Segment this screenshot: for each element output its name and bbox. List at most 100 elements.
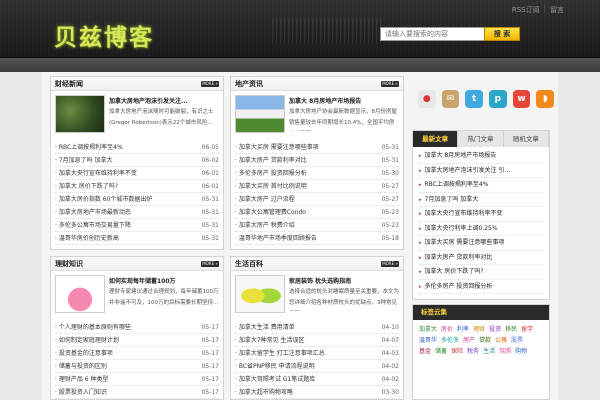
featured-title[interactable]: 加拿大 8月房地产市场报告 [289,96,361,105]
post-title[interactable]: · 加拿大房产 过户流程 [235,193,295,205]
list-item[interactable]: · 投资基金的注意事项 05-17 [55,347,219,360]
tag-link[interactable]: 留学 [521,324,533,335]
post-title[interactable]: · 加拿大留学生 打工注意事项汇总 [235,347,325,359]
list-item[interactable]: · 如何制定家庭理财计划 05-17 [55,334,219,347]
tab-latest[interactable]: 最新文章 [413,131,459,147]
list-item[interactable]: · 个人理财的基本原则有哪些 05-17 [55,321,219,334]
tag-link[interactable]: 温哥华 [419,335,437,346]
tag-link[interactable]: 投资 [489,324,501,335]
featured-thumbnail[interactable] [55,275,105,313]
list-item[interactable]: · 加拿大房产 贷款利率对比 05-31 [235,154,399,167]
list-item[interactable]: · 理财产品 6 种类型 05-17 [55,373,219,386]
featured-title[interactable]: 加拿大房地产泡沫引发关注... [109,96,188,105]
tag-link[interactable]: 股票 [511,335,523,346]
post-title[interactable]: · 7月加息了吗 加拿大 [55,154,113,166]
tag-link[interactable]: 理财 [473,324,485,335]
list-item[interactable]: · 加拿大房地产市场最新动态 05-31 [55,206,219,219]
tag-link[interactable]: 房产 [463,335,475,346]
pinterest-icon[interactable]: p [489,90,507,108]
post-title[interactable]: · 加拿大房产 税费介绍 [235,219,295,231]
list-item[interactable]: · 股票投资入门知识 05-17 [55,386,219,399]
sidebar-post-link[interactable]: 加拿大央行宣布维持利率不变 [419,207,543,222]
tag-link[interactable]: 公寓 [495,335,507,346]
tab-random[interactable]: 随机文章 [503,131,549,147]
tag-link[interactable]: 生活 [483,346,495,357]
search-button[interactable]: 搜 索 [484,27,520,41]
post-title[interactable]: · 如何制定家庭理财计划 [55,334,119,346]
tag-link[interactable]: 贷款 [479,335,491,346]
more-button[interactable]: MORE » [201,81,219,87]
featured-title[interactable]: 如何实现每年储蓄100万 [109,276,176,285]
featured-title[interactable]: 家居装饰 枕头选购指南 [289,276,351,285]
list-item[interactable]: · 加拿大买房 首付比例说明 05-27 [235,180,399,193]
post-title[interactable]: · 加拿大7种常见 生活误区 [235,334,305,346]
qq-icon[interactable]: ● [418,90,436,108]
list-item[interactable]: · 温哥华房价创历史新高 05-31 [55,232,219,245]
post-title[interactable]: · 加拿大央行宣布维持利率不变 [55,167,137,179]
post-title[interactable]: · 加拿大 房价下跌了吗? [55,180,118,192]
tag-link[interactable]: 税务 [467,346,479,357]
post-title[interactable]: · 加拿大生活 费用清单 [235,321,295,333]
featured-thumbnail[interactable] [235,275,285,313]
post-title[interactable]: · 加拿大房价指数 60个城市数据出炉 [55,193,152,205]
sidebar-post-link[interactable]: 加拿大买房 需要注意哪些事项 [419,236,543,251]
tag-link[interactable]: 利率 [457,324,469,335]
list-item[interactable]: · 加拿大留学生 打工注意事项汇总 04-03 [235,347,399,360]
post-title[interactable]: · 多伦多房产 投资回报分析 [235,167,307,179]
sidebar-post-link[interactable]: 加拿大房地产泡沫引发关注 引... [419,164,543,178]
post-title[interactable]: · 加拿大驾照考试 G1笔试题库 [235,373,315,385]
list-item[interactable]: · BC省PNP移民 申请流程说明 04-02 [235,360,399,373]
list-item[interactable]: · 加拿大驾照考试 G1笔试题库 04-02 [235,373,399,386]
list-item[interactable]: · 加拿大生活 费用清单 04-10 [235,321,399,334]
tag-link[interactable]: 驾照 [499,346,511,357]
tag-link[interactable]: 基金 [419,346,431,357]
twitter-icon[interactable]: t [465,90,484,108]
list-item[interactable]: · 储蓄与投资的区别 05-17 [55,360,219,373]
sidebar-post-link[interactable]: 7月加息了吗 加拿大 [419,193,543,207]
list-item[interactable]: · 多伦多公寓市场交易量下降 05-31 [55,219,219,232]
sidebar-post-link[interactable]: 加拿大央行利率上调0.25% [419,222,543,236]
list-item[interactable]: · 加拿大房价指数 60个城市数据出炉 05-31 [55,193,219,206]
post-title[interactable]: · 加拿大公寓管理费Condo [235,206,306,218]
list-item[interactable]: · 温哥华地产市场季度回顾报告 05-18 [235,232,399,245]
tag-link[interactable]: 房价 [441,324,453,335]
weibo-icon[interactable]: w [512,90,531,108]
post-title[interactable]: · BC省PNP移民 申请流程说明 [235,360,315,372]
tab-popular[interactable]: 热门文章 [458,131,504,147]
more-button[interactable]: MORE » [381,81,399,87]
post-title[interactable]: · 投资基金的注意事项 [55,347,113,359]
sidebar-post-link[interactable]: 加拿大 8月房地产市场报告 [419,149,543,164]
post-title[interactable]: · 加拿大房产 贷款利率对比 [235,154,307,166]
featured-thumbnail[interactable] [235,95,285,133]
sidebar-post-link[interactable]: RBC上调按揭利率至4% [419,178,543,193]
post-title[interactable]: · 股票投资入门知识 [55,386,107,398]
tag-link[interactable]: 移民 [505,324,517,335]
tag-link[interactable]: 多伦多 [441,335,459,346]
tag-link[interactable]: 保险 [451,346,463,357]
list-item[interactable]: · 加拿大超市购物攻略 03-30 [235,386,399,399]
post-title[interactable]: · 理财产品 6 种类型 [55,373,108,385]
rss-icon[interactable]: ◗ [536,90,555,108]
sidebar-post-link[interactable]: 加拿大房产 贷款利率对比 [419,251,543,265]
post-title[interactable]: · 储蓄与投资的区别 [55,360,107,372]
list-item[interactable]: · 加拿大央行宣布维持利率不变 06-01 [55,167,219,180]
tag-link[interactable]: 购物 [515,346,527,357]
post-title[interactable]: · 个人理财的基本原则有哪些 [55,321,131,333]
list-item[interactable]: · RBC上调按揭利率至4% 06-05 [55,141,219,154]
list-item[interactable]: · 加拿大买房 需要注意哪些事项 05-31 [235,141,399,154]
sidebar-post-link[interactable]: 加拿大 房价下跌了吗? [419,265,543,280]
tag-link[interactable]: 储蓄 [435,346,447,357]
more-button[interactable]: MORE » [381,261,399,267]
list-item[interactable]: · 7月加息了吗 加拿大 06-02 [55,154,219,167]
guestbook-link[interactable]: 留言 [550,5,564,15]
list-item[interactable]: · 多伦多房产 投资回报分析 05-30 [235,167,399,180]
post-title[interactable]: · RBC上调按揭利率至4% [55,141,123,153]
post-title[interactable]: · 温哥华房价创历史新高 [55,232,119,244]
list-item[interactable]: · 加拿大公寓管理费Condo 05-23 [235,206,399,219]
tag-link[interactable]: 加拿大 [419,324,437,335]
more-button[interactable]: MORE » [201,261,219,267]
sidebar-post-link[interactable]: 多伦多房产 投资回报分析 [419,280,543,294]
list-item[interactable]: · 加拿大房产 过户流程 05-27 [235,193,399,206]
post-title[interactable]: · 加拿大买房 首付比例说明 [235,180,307,192]
list-item[interactable]: · 加拿大 房价下跌了吗? 06-01 [55,180,219,193]
